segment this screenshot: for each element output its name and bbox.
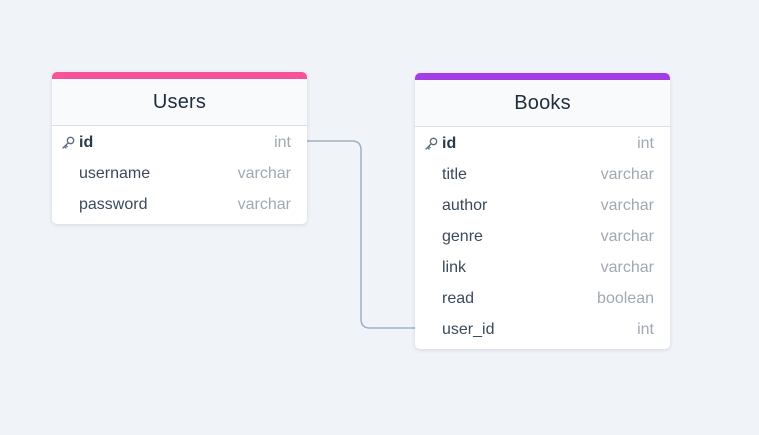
relationship-line-users-books[interactable] [307,140,415,329]
key-icon [421,136,441,152]
key-slot-empty [421,322,441,338]
column-type: int [637,134,654,152]
column-name: id [79,133,94,151]
column-name: link [442,258,467,276]
column-type: int [637,320,654,338]
column-row-title[interactable]: title varchar [415,159,670,190]
column-name: genre [442,227,483,245]
column-row-username[interactable]: username varchar [52,158,307,189]
key-slot-empty [58,197,78,213]
column-type: varchar [600,165,654,183]
diagram-canvas: Users id int username varchar password v… [0,0,759,435]
column-row-id[interactable]: id int [52,127,307,158]
column-type: varchar [600,196,654,214]
column-name: username [79,164,151,182]
column-name: author [442,196,488,214]
column-type: varchar [600,227,654,245]
column-name: title [442,165,467,183]
key-slot-empty [421,291,441,307]
table-header[interactable]: Users [52,72,307,126]
column-type: varchar [600,258,654,276]
column-name: password [79,195,148,213]
key-slot-empty [421,229,441,245]
table-title: Books [514,91,571,114]
key-slot-empty [421,260,441,276]
column-name: id [442,134,457,152]
column-type: int [274,133,291,151]
column-row-author[interactable]: author varchar [415,190,670,221]
key-slot-empty [58,166,78,182]
table-users[interactable]: Users id int username varchar password v… [52,72,307,224]
table-columns: id int username varchar password varchar [52,126,307,224]
column-type: varchar [237,164,291,182]
key-icon [58,135,78,151]
column-row-read[interactable]: read boolean [415,283,670,314]
key-slot-empty [421,198,441,214]
column-type: varchar [237,195,291,213]
column-row-user-id[interactable]: user_id int [415,314,670,345]
column-row-password[interactable]: password varchar [52,189,307,220]
table-header[interactable]: Books [415,73,670,127]
table-title: Users [152,90,207,113]
column-row-genre[interactable]: genre varchar [415,221,670,252]
column-row-id[interactable]: id int [415,128,670,159]
column-row-link[interactable]: link varchar [415,252,670,283]
table-columns: id int title varchar author varchar genr… [415,127,670,349]
column-name: read [442,289,475,307]
table-books[interactable]: Books id int title varchar author varcha… [415,73,670,349]
column-name: user_id [442,320,495,338]
key-slot-empty [421,167,441,183]
column-type: boolean [597,289,654,307]
